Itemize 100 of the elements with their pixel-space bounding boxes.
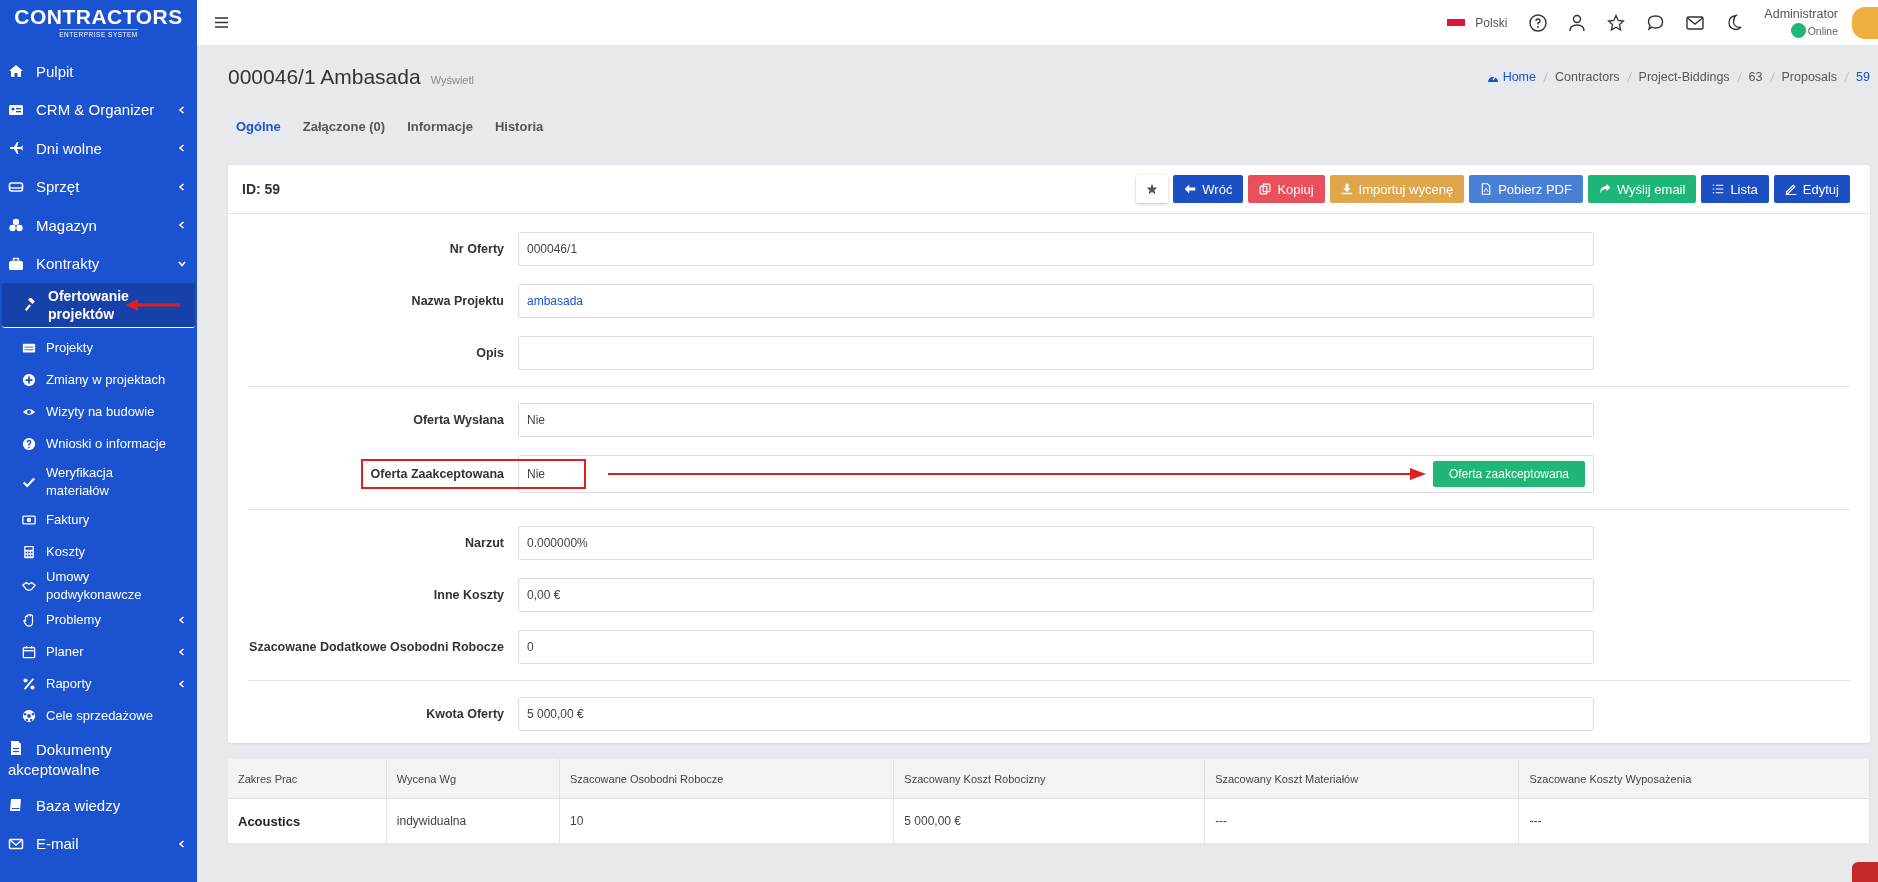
- column-header: Szacowany Koszt Materiałów: [1204, 759, 1519, 799]
- sidebar-item[interactable]: Kontrakty: [0, 244, 197, 283]
- breadcrumb-link[interactable]: Home: [1486, 70, 1536, 84]
- download-icon: [1340, 183, 1353, 195]
- breadcrumb-separator: [1542, 71, 1548, 83]
- boxes-icon: [8, 217, 24, 234]
- sidebar-subitem[interactable]: Problemy: [0, 604, 197, 636]
- field-label: Oferta Wysłana: [412, 412, 505, 429]
- breadcrumb-link[interactable]: 59: [1856, 70, 1870, 84]
- input-field[interactable]: 0,00 €: [518, 578, 1594, 612]
- breadcrumb-separator: [1844, 71, 1850, 83]
- breadcrumb-separator: [1626, 71, 1632, 83]
- sidebar-subitem[interactable]: Cele sprzedażowe: [0, 700, 197, 732]
- plus-circle-icon: [22, 373, 36, 387]
- sidebar-item[interactable]: Pulpit: [0, 52, 197, 91]
- input-field[interactable]: [518, 336, 1594, 370]
- document-icon: [8, 740, 24, 756]
- help-icon[interactable]: [1529, 13, 1548, 32]
- ball-icon: [22, 709, 36, 723]
- table-cell: 10: [559, 798, 894, 843]
- briefcase-icon: [8, 255, 24, 272]
- star-icon[interactable]: [1607, 13, 1626, 32]
- sidebar-subitem[interactable]: Koszty: [0, 536, 197, 568]
- column-header: Wycena Wg: [386, 759, 560, 799]
- share-arrow-icon: [1598, 183, 1611, 195]
- arrow-left-icon: [1184, 183, 1197, 195]
- sidebar-item[interactable]: Magazyn: [0, 206, 197, 245]
- list-icon: [1712, 183, 1725, 195]
- sidebar-subitem[interactable]: Wnioski o informacje: [0, 428, 197, 460]
- question-circle-icon: [22, 437, 36, 451]
- sidebar-subitem[interactable]: Planer: [0, 636, 197, 668]
- sidebar-subitem[interactable]: Ofertowanie projektów: [2, 283, 195, 328]
- toolbar-button[interactable]: Edytuj: [1773, 175, 1850, 203]
- list-icon: [22, 341, 36, 355]
- input-field[interactable]: Nie: [518, 403, 1594, 437]
- sidebar-item[interactable]: E-mail: [0, 824, 197, 863]
- calendar-icon: [22, 645, 36, 659]
- input-field[interactable]: 0.000000%: [518, 526, 1594, 560]
- field-label: Narzut: [464, 535, 505, 552]
- favorite-button[interactable]: [1136, 175, 1169, 203]
- toolbar-button[interactable]: Pobierz PDF: [1469, 175, 1583, 203]
- language-selector[interactable]: Polski: [1475, 15, 1508, 30]
- breadcrumb-item[interactable]: Proposals: [1781, 70, 1838, 84]
- banknote-icon: [22, 513, 36, 527]
- sidebar-subitem[interactable]: Faktury: [0, 504, 197, 536]
- sidebar-item[interactable]: Sprzęt: [0, 167, 197, 206]
- chevron-left-icon: [177, 143, 187, 154]
- sidebar-subitem[interactable]: Umowy podwykonawcze: [0, 568, 197, 604]
- chevron-left-icon: [177, 220, 187, 231]
- flag-icon: [1447, 19, 1466, 26]
- sidebar-subitem[interactable]: Zmiany w projektach: [0, 364, 197, 396]
- table-cell: indywidualna: [386, 798, 560, 843]
- toolbar-button[interactable]: Kopiuj: [1248, 175, 1325, 203]
- chat-icon[interactable]: [1647, 14, 1665, 31]
- input-field[interactable]: ambasada: [518, 284, 1594, 318]
- gavel-icon: [24, 298, 38, 312]
- status-dot: [1790, 23, 1806, 38]
- input-field[interactable]: 0: [518, 630, 1594, 664]
- sidebar-item[interactable]: Dokumenty akceptowalne: [0, 732, 197, 786]
- copy-icon: [1259, 183, 1272, 195]
- breadcrumb-item[interactable]: Project-Biddings: [1638, 70, 1730, 84]
- table-cell: 5 000,00 €: [893, 798, 1205, 843]
- toolbar-button[interactable]: Wróć: [1173, 175, 1244, 203]
- input-field[interactable]: 000046/1: [518, 232, 1594, 266]
- card-title: ID: 59: [242, 181, 281, 197]
- check-icon: [22, 475, 36, 489]
- user-icon[interactable]: [1569, 13, 1586, 32]
- field-label: Nazwa Projektu: [410, 293, 505, 310]
- home-icon: [8, 63, 24, 80]
- percent-icon: [22, 677, 36, 691]
- logo-title: CONTRACTORS: [14, 6, 183, 28]
- sidebar-item[interactable]: CRM & Organizer: [0, 90, 197, 129]
- sidebar-subitem[interactable]: Raporty: [0, 668, 197, 700]
- sidebar-item[interactable]: Baza wiedzy: [0, 786, 197, 825]
- user-name: Administrator: [1764, 7, 1838, 21]
- menu-icon[interactable]: [215, 17, 228, 28]
- tab[interactable]: Historia: [483, 118, 555, 134]
- sidebar-item[interactable]: Dni wolne: [0, 129, 197, 168]
- tab[interactable]: Załączone (0): [291, 118, 397, 134]
- pencil-icon: [1784, 183, 1797, 195]
- sidebar-subitem[interactable]: Weryfikacja materiałów: [0, 460, 197, 504]
- plane-icon: [8, 140, 24, 157]
- mail-icon[interactable]: [1686, 15, 1705, 30]
- star-icon: [1146, 183, 1159, 195]
- field-label: Kwota Oferty: [425, 706, 505, 723]
- sidebar-subitem[interactable]: Wizyty na budowie: [0, 396, 197, 428]
- sidebar-subitem[interactable]: Projekty: [0, 332, 197, 364]
- field-label: Oferta Zaakceptowana: [369, 466, 505, 483]
- breadcrumb-item[interactable]: Contractors: [1554, 70, 1620, 84]
- page-subtitle: Wyświetl: [430, 74, 474, 86]
- moon-icon[interactable]: [1726, 14, 1743, 31]
- input-field[interactable]: Nie Oferta zaakceptowana: [518, 455, 1594, 493]
- calculator-icon: [22, 545, 36, 559]
- tab[interactable]: Informacje: [396, 118, 484, 134]
- book-icon: [8, 797, 24, 814]
- toolbar-button[interactable]: Lista: [1701, 175, 1769, 203]
- tab[interactable]: Ogólne: [236, 118, 292, 134]
- breadcrumb-item[interactable]: 63: [1748, 70, 1763, 84]
- input-field[interactable]: 5 000,00 €: [518, 697, 1594, 731]
- chevron-left-icon: [177, 679, 187, 689]
